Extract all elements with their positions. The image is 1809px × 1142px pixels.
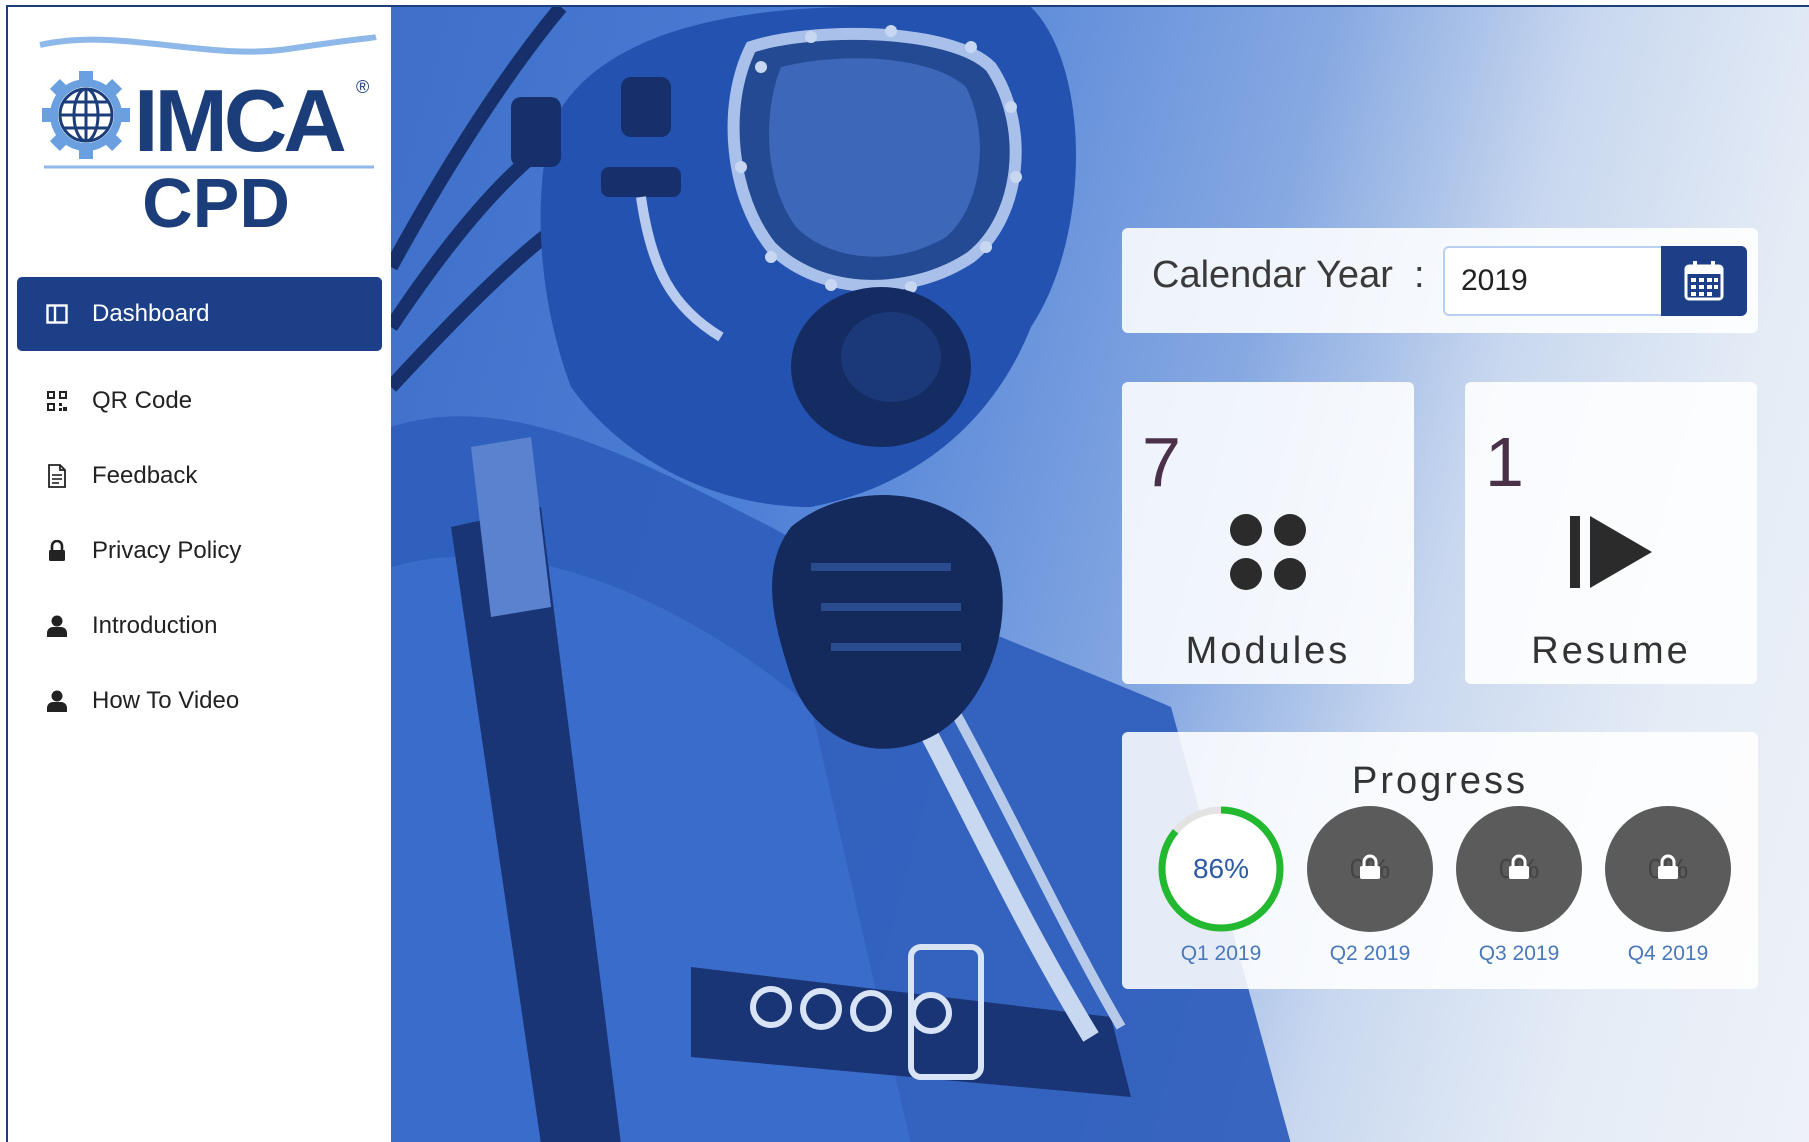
lock-icon [44, 538, 70, 564]
progress-title: Progress [1351, 760, 1529, 802]
quarter-label: Q1 2019 [1180, 942, 1262, 965]
sidebar-item-label: Introduction [92, 611, 218, 639]
sidebar-item-dashboard[interactable]: Dashboard [17, 277, 382, 351]
quarter-label: Q4 2019 [1627, 942, 1709, 965]
quarter-label: Q3 2019 [1478, 942, 1560, 965]
sidebar-item-how-to-video[interactable]: How To Video [8, 663, 391, 738]
sidebar-item-qr-code[interactable]: QR Code [8, 363, 391, 438]
quarter-label: Q2 2019 [1329, 942, 1411, 965]
progress-ring-locked: 0% [1305, 804, 1435, 934]
sidebar-item-label: Privacy Policy [92, 536, 242, 564]
imca-cpd-logo: IMCA ® CPD [38, 31, 378, 242]
logo-subtext: CPD [142, 164, 290, 241]
svg-text:®: ® [356, 77, 369, 97]
play-next-icon [1465, 512, 1757, 592]
sidebar-nav: Dashboard QR Code Feedback Privacy Polic… [8, 277, 391, 738]
progress-ring-locked: 0% [1454, 804, 1584, 934]
resume-tile[interactable]: 1 Resume [1465, 382, 1757, 684]
sidebar-item-label: Feedback [92, 461, 198, 489]
quarter-progress-q4: 0% Q4 2019 [1603, 804, 1733, 966]
modules-count: 7 [1142, 423, 1181, 501]
modules-label: Modules [1185, 630, 1351, 672]
resume-label: Resume [1531, 630, 1691, 672]
sidebar-item-label: How To Video [92, 686, 240, 714]
grid-dots-icon [1122, 512, 1414, 592]
user-icon [44, 688, 70, 714]
sidebar: IMCA ® CPD Dashboard QR Code Feedback Pr… [8, 7, 391, 1142]
sidebar-item-privacy-policy[interactable]: Privacy Policy [8, 513, 391, 588]
progress-card: Progress 86% Q1 2019 0% Q2 2019 0% [1122, 732, 1758, 989]
user-icon [44, 613, 70, 639]
lock-icon [1360, 854, 1380, 879]
calendar-year-label: Calendar Year : [1152, 254, 1425, 296]
calendar-year-card: Calendar Year : 2019 [1122, 228, 1758, 333]
progress-ring: 86% [1156, 804, 1286, 934]
sidebar-item-feedback[interactable]: Feedback [8, 438, 391, 513]
document-icon [44, 463, 70, 489]
progress-percent: 86% [1192, 853, 1250, 884]
calendar-button[interactable] [1661, 246, 1747, 316]
quarter-progress-q1[interactable]: 86% Q1 2019 [1156, 804, 1286, 966]
calendar-year-input[interactable]: 2019 [1443, 246, 1661, 316]
lock-icon [1509, 854, 1529, 879]
logo-text: IMCA [134, 71, 345, 170]
modules-tile[interactable]: 7 Modules [1122, 382, 1414, 684]
lock-icon [1658, 854, 1678, 879]
columns-icon [44, 301, 70, 327]
resume-count: 1 [1485, 423, 1524, 501]
app-frame: IMCA ® CPD Dashboard QR Code Feedback Pr… [6, 5, 1809, 1142]
calendar-icon [1684, 261, 1724, 301]
progress-ring-locked: 0% [1603, 804, 1733, 934]
sidebar-item-label: QR Code [92, 386, 193, 414]
sidebar-item-label: Dashboard [92, 300, 210, 327]
quarter-progress-q2: 0% Q2 2019 [1305, 804, 1435, 966]
sidebar-item-introduction[interactable]: Introduction [8, 588, 391, 663]
quarter-progress-q3: 0% Q3 2019 [1454, 804, 1584, 966]
qr-code-icon [44, 388, 70, 414]
